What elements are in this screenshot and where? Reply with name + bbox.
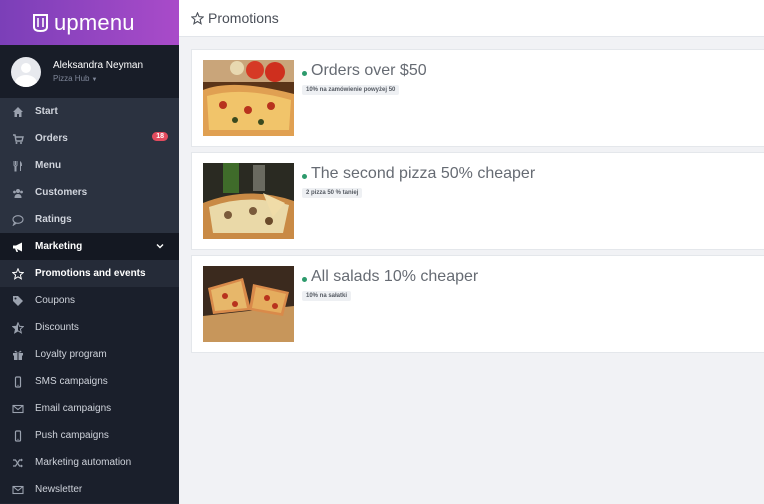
cart-icon xyxy=(11,132,25,146)
promotion-card[interactable]: All salads 10% cheaper 10% na sałatki xyxy=(191,255,764,353)
sidebar-item-label: Marketing automation xyxy=(35,457,132,468)
upmenu-logo-icon xyxy=(33,13,48,32)
user-name: Aleksandra Neyman xyxy=(53,60,144,71)
comment-icon xyxy=(11,213,25,227)
promotion-name: Orders over $50 xyxy=(311,62,427,79)
megaphone-icon xyxy=(11,240,25,254)
sidebar-item-automation[interactable]: Marketing automation xyxy=(0,449,179,476)
sidebar: upmenu Aleksandra Neyman Pizza Hub ▼ Star… xyxy=(0,0,179,504)
active-status-dot xyxy=(302,277,307,282)
sidebar-item-label: Loyalty program xyxy=(35,349,107,360)
star-icon xyxy=(191,11,204,25)
sidebar-item-label: Start xyxy=(35,106,58,117)
sidebar-item-ratings[interactable]: Ratings xyxy=(0,206,179,233)
sidebar-item-promotions[interactable]: Promotions and events xyxy=(0,260,179,287)
shuffle-icon xyxy=(11,456,25,470)
sidebar-item-label: Email campaigns xyxy=(35,403,112,414)
sidebar-item-label: SMS campaigns xyxy=(35,376,108,387)
promotion-image xyxy=(203,266,294,342)
tag-icon xyxy=(11,294,25,308)
sidebar-item-label: Customers xyxy=(35,187,88,198)
sidebar-item-discounts[interactable]: Discounts xyxy=(0,314,179,341)
sidebar-nav: Start Orders 18 Menu Customers Ratings M… xyxy=(0,98,179,503)
sidebar-item-coupons[interactable]: Coupons xyxy=(0,287,179,314)
brand-name: upmenu xyxy=(54,9,135,35)
promotion-description-tag: 2 pizza 50 % taniej xyxy=(302,188,363,198)
caret-down-icon: ▼ xyxy=(91,77,98,83)
sidebar-item-orders[interactable]: Orders 18 xyxy=(0,125,179,152)
sidebar-item-customers[interactable]: Customers xyxy=(0,179,179,206)
restaurant-name: Pizza Hub xyxy=(53,74,90,83)
sidebar-item-newsletter[interactable]: Newsletter xyxy=(0,476,179,503)
sidebar-item-start[interactable]: Start xyxy=(0,98,179,125)
promotion-image xyxy=(203,163,294,239)
promotion-card[interactable]: Orders over $50 10% na zamówienie powyże… xyxy=(191,49,764,147)
sidebar-item-loyalty[interactable]: Loyalty program xyxy=(0,341,179,368)
sidebar-item-marketing[interactable]: Marketing xyxy=(0,233,179,260)
promotion-name: The second pizza 50% cheaper xyxy=(311,165,536,182)
active-status-dot xyxy=(302,71,307,76)
sidebar-item-label: Coupons xyxy=(35,295,76,306)
sidebar-item-push[interactable]: Push campaigns xyxy=(0,422,179,449)
sidebar-item-label: Marketing xyxy=(35,241,83,252)
mobile-icon xyxy=(11,429,25,443)
promotion-card[interactable]: The second pizza 50% cheaper 2 pizza 50 … xyxy=(191,152,764,250)
promotion-image xyxy=(203,60,294,136)
user-profile[interactable]: Aleksandra Neyman Pizza Hub ▼ xyxy=(0,45,179,98)
mobile-icon xyxy=(11,375,25,389)
home-icon xyxy=(11,105,25,119)
page-title: Promotions xyxy=(208,10,279,26)
users-icon xyxy=(11,186,25,200)
sidebar-item-label: Orders xyxy=(35,133,68,144)
sidebar-item-sms[interactable]: SMS campaigns xyxy=(0,368,179,395)
gift-icon xyxy=(11,348,25,362)
sidebar-item-menu[interactable]: Menu xyxy=(0,152,179,179)
envelope-icon xyxy=(11,402,25,416)
sidebar-item-label: Newsletter xyxy=(35,484,83,495)
chevron-down-icon xyxy=(156,244,164,249)
sidebar-item-label: Ratings xyxy=(35,214,72,225)
promotion-description-tag: 10% na zamówienie powyżej 50 xyxy=(302,85,400,95)
star-half-icon xyxy=(11,321,25,335)
promotion-name: All salads 10% cheaper xyxy=(311,268,479,285)
promotion-description-tag: 10% na sałatki xyxy=(302,291,352,301)
page-header: Promotions xyxy=(179,0,764,37)
envelope-icon xyxy=(11,483,25,497)
sidebar-item-label: Push campaigns xyxy=(35,430,109,441)
orders-count-badge: 18 xyxy=(152,132,168,141)
sidebar-item-email[interactable]: Email campaigns xyxy=(0,395,179,422)
star-icon xyxy=(11,267,25,281)
brand-header[interactable]: upmenu xyxy=(0,0,179,45)
restaurant-selector[interactable]: Pizza Hub ▼ xyxy=(53,74,143,83)
avatar xyxy=(11,56,41,87)
sidebar-item-label: Menu xyxy=(35,160,62,171)
sidebar-item-label: Discounts xyxy=(35,322,79,333)
active-status-dot xyxy=(302,174,307,179)
cutlery-icon xyxy=(11,159,25,173)
sidebar-item-label: Promotions and events xyxy=(35,268,146,279)
